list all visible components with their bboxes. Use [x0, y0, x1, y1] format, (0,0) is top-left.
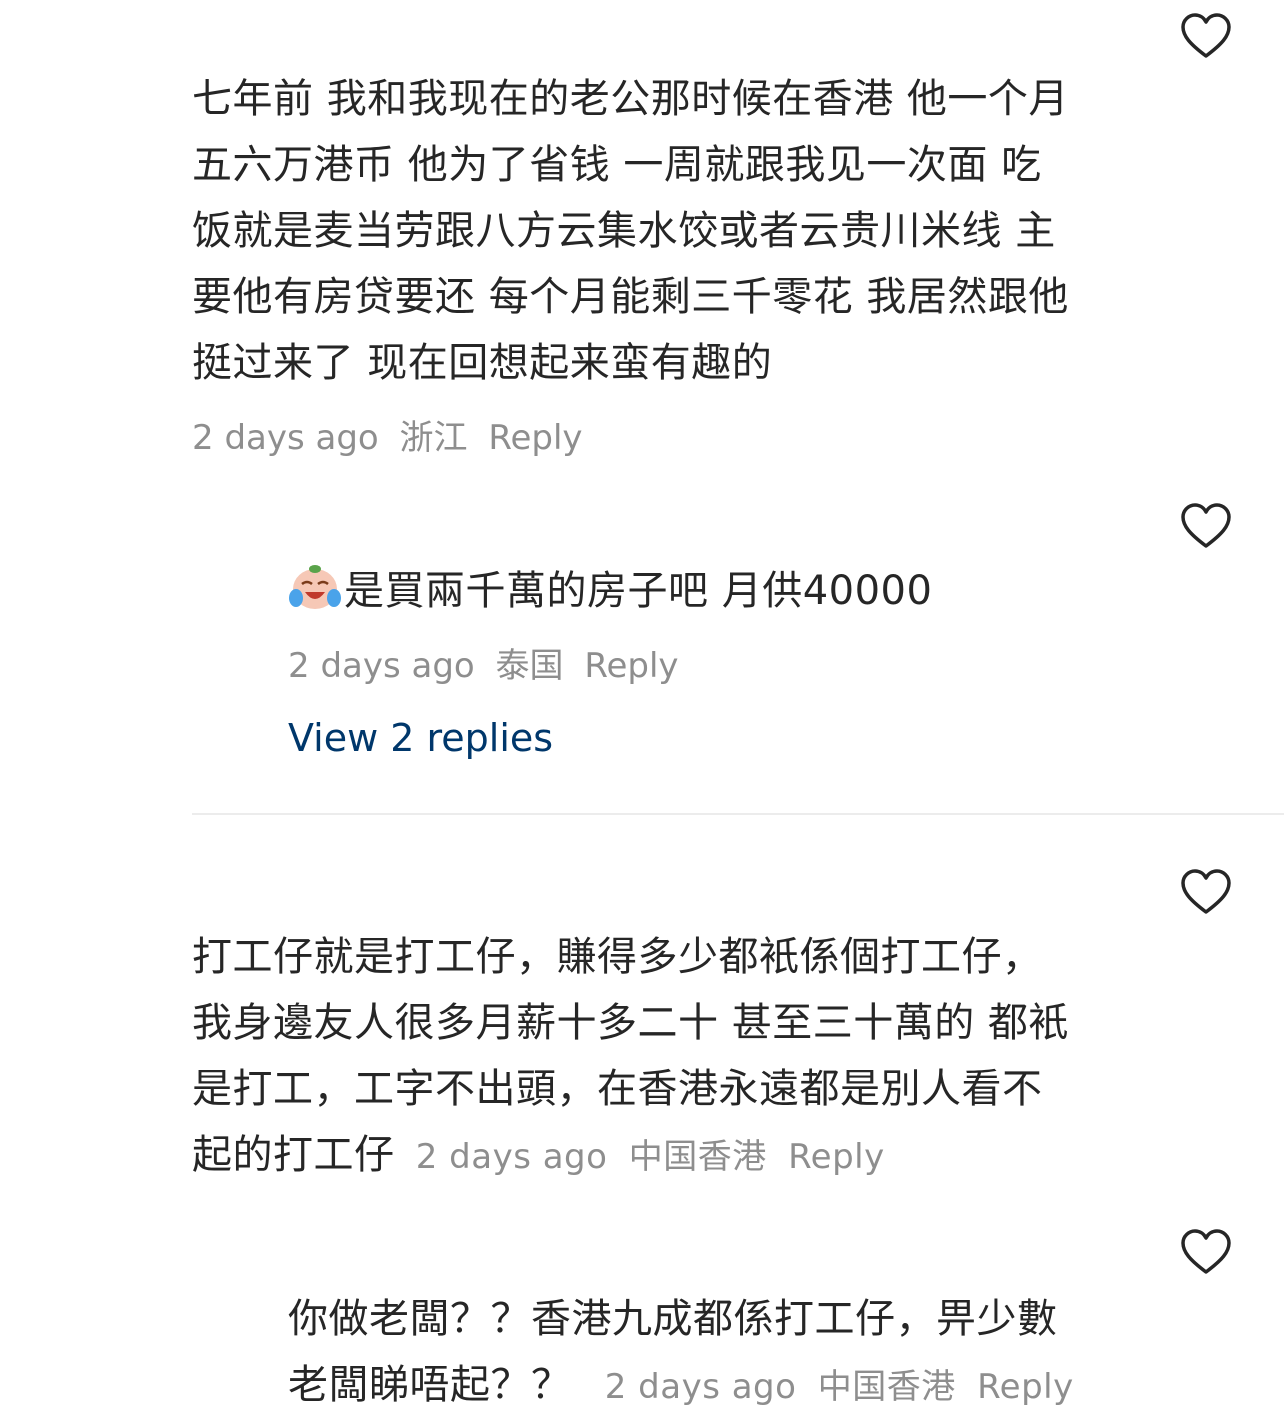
reply-button[interactable]: Reply — [977, 1367, 1074, 1407]
comment-body: 七年前 我和我现在的老公那时候在香港 他一个月 五六万港币 他为了省钱 一周就跟… — [192, 66, 1132, 396]
comment-meta: 2 days ago 中国香港 Reply — [416, 1137, 885, 1177]
crying-laughing-face-icon — [288, 562, 342, 612]
comment-line: 我身邊友人很多月薪十多二十 甚至三十萬的 都衹 — [192, 1000, 1069, 1046]
comment-line: 打工仔就是打工仔，賺得多少都衹係個打工仔， — [192, 934, 1043, 980]
location: 中国香港 — [817, 1367, 956, 1407]
comment-meta: 2 days ago 浙江 Reply — [192, 410, 583, 459]
like-heart-icon[interactable] — [1180, 1228, 1232, 1276]
comment-line: 挺过来了 现在回想起来蛮有趣的 — [192, 340, 773, 386]
timestamp: 2 days ago — [192, 418, 379, 458]
comment-line-with-meta: 老闆睇唔起？？ 2 days ago 中国香港 Reply — [288, 1352, 1148, 1420]
like-heart-icon[interactable] — [1180, 868, 1232, 916]
reply-body: 你做老闆？？香港九成都係打工仔，畀少數 老闆睇唔起？？ 2 days ago 中… — [288, 1286, 1148, 1420]
comment-line: 老闆睇唔起？？ — [288, 1362, 572, 1408]
location: 浙江 — [399, 418, 468, 458]
comment-line: 饭就是麦当劳跟八方云集水饺或者云贵川米线 主 — [192, 208, 1056, 254]
view-replies-button[interactable]: View 2 replies — [288, 716, 553, 760]
comment-line: 要他有房贷要还 每个月能剩三千零花 我居然跟他 — [192, 274, 1069, 320]
reply-button[interactable]: Reply — [488, 418, 582, 458]
comment-body: 打工仔就是打工仔，賺得多少都衹係個打工仔， 我身邊友人很多月薪十多二十 甚至三十… — [192, 924, 1152, 1190]
comment-line: 五六万港币 他为了省钱 一周就跟我见一次面 吃 — [192, 142, 1042, 188]
timestamp: 2 days ago — [415, 1137, 608, 1177]
comment-meta: 2 days ago 泰国 Reply — [288, 638, 679, 687]
timestamp: 2 days ago — [604, 1367, 797, 1407]
comment-meta: 2 days ago 中国香港 Reply — [605, 1367, 1074, 1407]
reply-body: 是買兩千萬的房子吧 月供40000 — [288, 558, 932, 624]
like-heart-icon[interactable] — [1180, 12, 1232, 60]
location: 中国香港 — [628, 1137, 767, 1177]
reply-text: 是買兩千萬的房子吧 月供40000 — [344, 568, 933, 614]
comment-line: 起的打工仔 — [192, 1132, 395, 1178]
like-heart-icon[interactable] — [1180, 502, 1232, 550]
comment-line: 是打工，工字不出頭，在香港永遠都是別人看不 — [192, 1066, 1043, 1112]
reply-button[interactable]: Reply — [788, 1137, 885, 1177]
comment-line: 七年前 我和我现在的老公那时候在香港 他一个月 — [192, 76, 1069, 122]
divider — [192, 813, 1284, 815]
comment-line: 你做老闆？？香港九成都係打工仔，畀少數 — [288, 1296, 1058, 1342]
comment-line-with-meta: 起的打工仔 2 days ago 中国香港 Reply — [192, 1122, 1152, 1190]
timestamp: 2 days ago — [288, 646, 475, 686]
reply-button[interactable]: Reply — [584, 646, 678, 686]
location: 泰国 — [495, 646, 564, 686]
